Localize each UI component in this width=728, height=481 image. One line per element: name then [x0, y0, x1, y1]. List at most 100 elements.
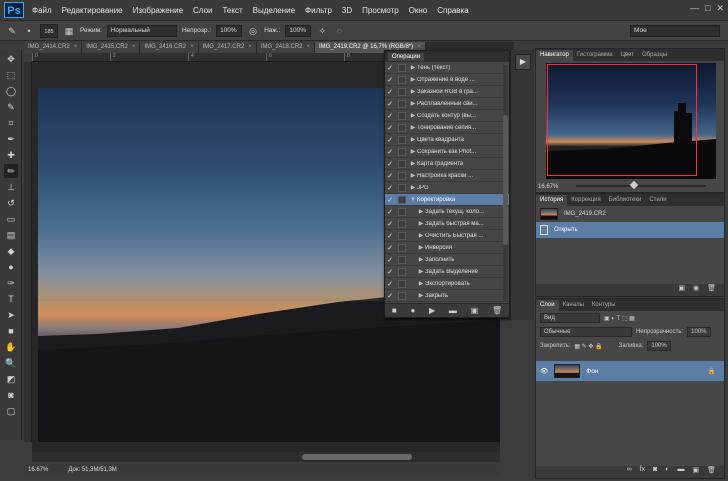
- shape-tool-icon[interactable]: ■: [4, 324, 18, 338]
- action-row[interactable]: ✓ ▶ Закрыть: [385, 290, 509, 302]
- expand-arrow-icon[interactable]: ▶: [417, 220, 425, 227]
- toggle-check-icon[interactable]: ✓: [385, 136, 395, 144]
- toggle-check-icon[interactable]: ✓: [385, 172, 395, 180]
- opacity-field[interactable]: 100%: [216, 24, 243, 37]
- expand-arrow-icon[interactable]: ▶: [409, 100, 417, 107]
- gradient-tool-icon[interactable]: ▤: [4, 228, 18, 242]
- toggle-check-icon[interactable]: ✓: [385, 124, 395, 132]
- action-row[interactable]: ✓ ▶ Расплавленный сви...: [385, 98, 509, 110]
- new-set-icon[interactable]: ▬: [449, 306, 457, 315]
- expand-arrow-icon[interactable]: ▶: [417, 292, 425, 299]
- layer-row-background[interactable]: 👁 Фон 🔒: [536, 361, 724, 381]
- expand-arrow-icon[interactable]: ▶: [417, 244, 425, 251]
- toggle-check-icon[interactable]: ✓: [385, 112, 395, 120]
- toggle-check-icon[interactable]: ✓: [385, 268, 395, 276]
- record-icon[interactable]: ●: [410, 306, 415, 315]
- navigator-zoom[interactable]: 16.67%: [538, 184, 558, 190]
- tab-libraries[interactable]: Библиотеки: [605, 195, 646, 206]
- expand-arrow-icon[interactable]: ▶: [417, 208, 425, 215]
- adjustment-icon[interactable]: ◐: [665, 466, 669, 478]
- close-icon[interactable]: ✕: [716, 3, 724, 14]
- trash-icon[interactable]: 🗑: [707, 466, 716, 478]
- dialog-toggle-box[interactable]: [398, 147, 406, 156]
- tab-styles[interactable]: Стили: [645, 195, 670, 206]
- toggle-check-icon[interactable]: ✓: [385, 100, 395, 108]
- doc-tab[interactable]: IMG_2414.CR2 ×: [24, 42, 83, 53]
- tab-channels[interactable]: Каналы: [559, 300, 588, 311]
- toggle-check-icon[interactable]: ✓: [385, 208, 395, 216]
- brush-size-field[interactable]: 185: [40, 23, 58, 38]
- hand-tool-icon[interactable]: ✋: [4, 340, 18, 354]
- layer-filter-select[interactable]: Вид: [540, 313, 600, 323]
- tab-swatches[interactable]: Образцы: [638, 50, 671, 61]
- tab-history[interactable]: История: [536, 195, 568, 206]
- group-icon[interactable]: ▬: [677, 466, 684, 478]
- action-row[interactable]: ✓ ▶ Экспортировать: [385, 278, 509, 290]
- dialog-toggle-box[interactable]: [398, 75, 406, 84]
- close-tab-icon[interactable]: ×: [132, 42, 136, 53]
- menu-layers[interactable]: Слои: [193, 6, 212, 15]
- zoom-level[interactable]: 16.67%: [28, 467, 48, 473]
- filter-icons[interactable]: ▣ ◐ T ⬚ ▦: [604, 315, 635, 322]
- menu-window[interactable]: Окно: [409, 6, 428, 15]
- zoom-slider-knob[interactable]: [629, 180, 639, 190]
- brush-tool-icon[interactable]: ✎: [6, 25, 18, 37]
- type-tool-icon[interactable]: T: [4, 292, 18, 306]
- expand-arrow-icon[interactable]: ▶: [417, 256, 425, 263]
- dialog-toggle-box[interactable]: [398, 279, 406, 288]
- toggle-check-icon[interactable]: ✓: [385, 148, 395, 156]
- dialog-toggle-box[interactable]: [398, 183, 406, 192]
- action-row[interactable]: ✓ ▶ Отражение в воде ...: [385, 74, 509, 86]
- menu-image[interactable]: Изображение: [133, 6, 183, 15]
- workspace-select[interactable]: Мое: [630, 25, 720, 37]
- dialog-toggle-box[interactable]: [398, 195, 406, 204]
- mode-select[interactable]: Нормальный: [106, 24, 177, 37]
- action-row[interactable]: ✓ ▶ Настройка краски ...: [385, 170, 509, 182]
- stop-icon[interactable]: ■: [392, 306, 397, 315]
- screen-mode-icon[interactable]: ▢: [4, 404, 18, 418]
- action-row[interactable]: ✓ ▶ Задать быстрая ма...: [385, 218, 509, 230]
- menu-help[interactable]: Справка: [437, 6, 468, 15]
- action-row[interactable]: ✓ ▶ Очистить Быстрая ...: [385, 230, 509, 242]
- dialog-toggle-box[interactable]: [398, 123, 406, 132]
- doc-tab[interactable]: IMG_2416.CR2 ×: [140, 42, 199, 53]
- play-icon[interactable]: ▶: [429, 306, 435, 315]
- doc-tab[interactable]: IMG_2418.CR2 ×: [256, 42, 316, 53]
- action-row[interactable]: ✓ ▶ JPG: [385, 182, 509, 194]
- pressure-size-icon[interactable]: ◌: [333, 25, 345, 37]
- maximize-icon[interactable]: □: [705, 3, 710, 14]
- blur-tool-icon[interactable]: ◆: [4, 244, 18, 258]
- action-row[interactable]: ✓ ▶ Цвета квадранта: [385, 134, 509, 146]
- action-row[interactable]: ✓ ▶ Сохранить как Phot...: [385, 146, 509, 158]
- toggle-check-icon[interactable]: ✓: [385, 64, 395, 72]
- action-row[interactable]: ✓ ▶ Задать текущ. коло...: [385, 206, 509, 218]
- action-row[interactable]: ✓ ▶ Инверсия: [385, 242, 509, 254]
- mask-icon[interactable]: ◙: [653, 466, 657, 478]
- new-action-icon[interactable]: ▣: [471, 306, 479, 315]
- expand-arrow-icon[interactable]: ▶: [409, 64, 417, 71]
- flow-field[interactable]: 100%: [285, 24, 312, 37]
- toggle-check-icon[interactable]: ✓: [385, 244, 395, 252]
- close-tab-icon[interactable]: ×: [190, 42, 194, 53]
- dialog-toggle-box[interactable]: [398, 267, 406, 276]
- toggle-check-icon[interactable]: ✓: [385, 220, 395, 228]
- expand-arrow-icon[interactable]: ▶: [417, 232, 425, 239]
- tab-layers[interactable]: Слои: [536, 300, 559, 311]
- tab-navigator[interactable]: Навигатор: [536, 50, 573, 61]
- brush-tool-icon[interactable]: ✏: [4, 164, 18, 178]
- dialog-toggle-box[interactable]: [398, 135, 406, 144]
- zoom-tool-icon[interactable]: 🔍: [4, 356, 18, 370]
- action-row[interactable]: ✓ ▶ Создать контур (вы...: [385, 110, 509, 122]
- history-snapshot[interactable]: IMG_2419.CR2: [536, 206, 724, 222]
- expand-arrow-icon[interactable]: ▶: [417, 268, 425, 275]
- trash-icon[interactable]: 🗑: [492, 306, 502, 315]
- close-tab-icon[interactable]: ×: [307, 42, 311, 53]
- eraser-tool-icon[interactable]: ▭: [4, 212, 18, 226]
- expand-arrow-icon[interactable]: ▶: [409, 76, 417, 83]
- menu-select[interactable]: Выделение: [253, 6, 295, 15]
- pressure-opacity-icon[interactable]: ◎: [247, 25, 259, 37]
- move-tool-icon[interactable]: ✥: [4, 52, 18, 66]
- toggle-check-icon[interactable]: ✓: [385, 196, 395, 204]
- toggle-check-icon[interactable]: ✓: [385, 88, 395, 96]
- toggle-check-icon[interactable]: ✓: [385, 184, 395, 192]
